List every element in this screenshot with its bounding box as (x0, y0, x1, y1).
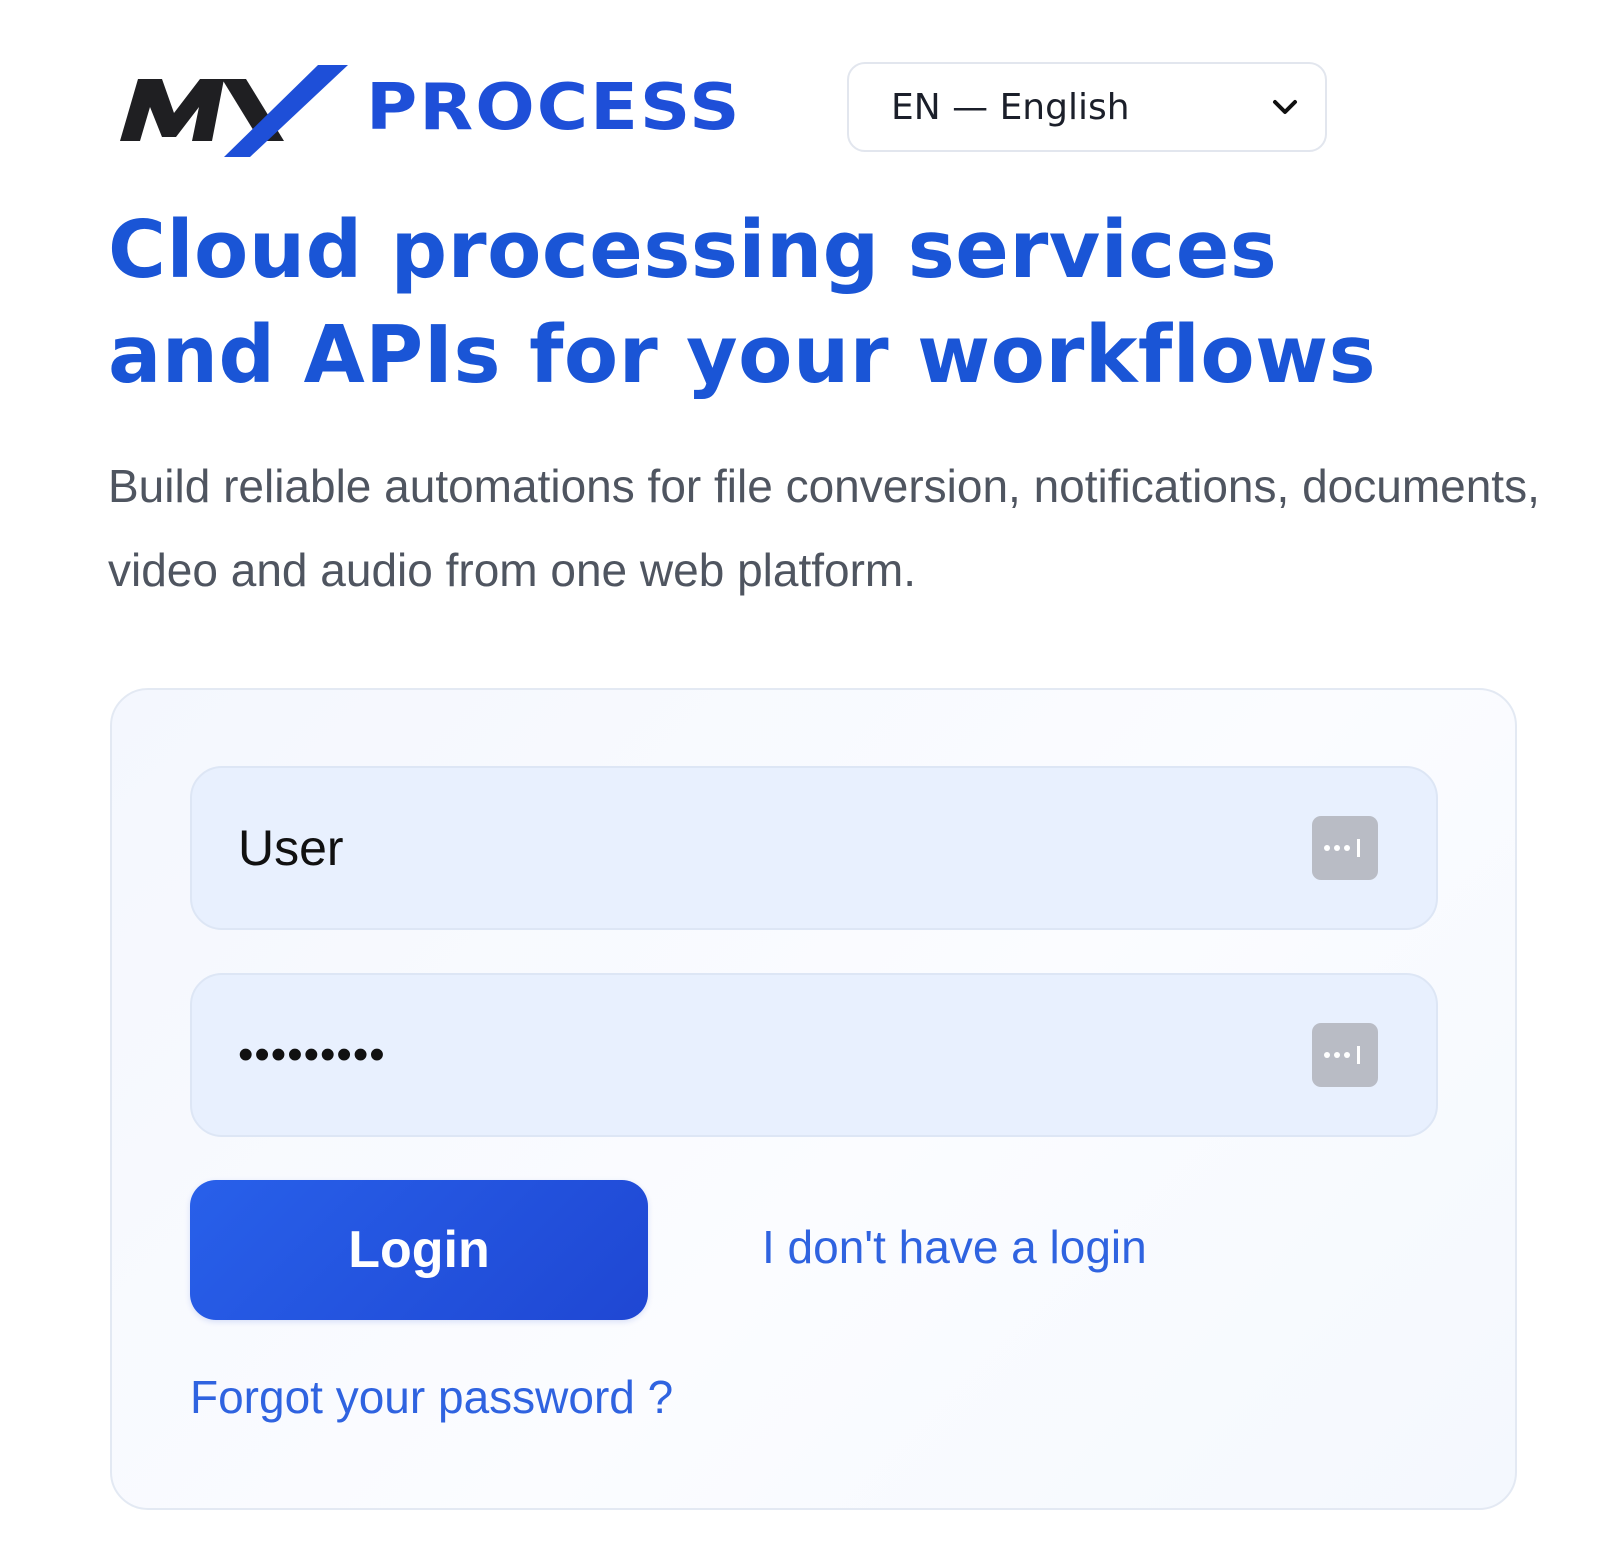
signup-link[interactable]: I don't have a login (762, 1220, 1147, 1274)
login-button[interactable]: Login (190, 1180, 648, 1320)
password-input[interactable] (238, 1015, 1312, 1095)
language-select-value: EN — English (891, 86, 1130, 128)
login-card: Login I don't have a login Forgot your p… (110, 688, 1517, 1510)
language-select[interactable]: EN — English (847, 62, 1327, 152)
chevron-down-icon (1271, 93, 1299, 121)
password-field[interactable] (190, 973, 1438, 1137)
logo-wordmark: PROCESS (366, 69, 742, 145)
password-manager-icon[interactable] (1312, 1023, 1378, 1087)
hero-subtitle: Build reliable automations for file conv… (108, 460, 1540, 596)
logo[interactable]: PROCESS (116, 48, 742, 166)
mx-logo-mark (120, 65, 348, 157)
username-field[interactable] (190, 766, 1438, 930)
username-input[interactable] (238, 808, 1312, 888)
forgot-password-link[interactable]: Forgot your password ? (190, 1370, 673, 1424)
header: PROCESS (116, 48, 742, 166)
hero-title: Cloud processing services and APIs for y… (108, 204, 1377, 401)
password-manager-icon[interactable] (1312, 816, 1378, 880)
